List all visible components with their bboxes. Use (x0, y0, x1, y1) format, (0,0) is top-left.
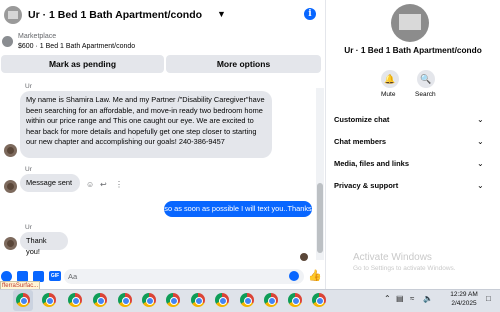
react-icon[interactable]: ☺ (86, 180, 94, 189)
activate-windows-subtitle: Go to Settings to activate Windows. (353, 265, 456, 272)
clock-time: 12:29 AM (450, 291, 478, 298)
network-icon[interactable]: ▤ (396, 294, 404, 303)
chrome-icon[interactable] (118, 293, 132, 307)
message-input[interactable] (64, 269, 304, 284)
chrome-icon[interactable] (215, 293, 229, 307)
chrome-icon[interactable] (142, 293, 156, 307)
listing-photo[interactable] (391, 4, 429, 42)
avatar[interactable] (4, 180, 17, 193)
search-label[interactable]: Search (415, 91, 436, 98)
more-icon[interactable]: ⋮ (115, 180, 123, 189)
chevron-down-icon[interactable]: ⌄ (477, 115, 484, 124)
marketplace-label: Marketplace (18, 33, 57, 40)
incoming-message[interactable]: Message sent (20, 174, 80, 192)
info-icon[interactable]: i (304, 8, 316, 20)
section-media-files-links[interactable]: Media, files and links (334, 159, 409, 168)
messenger-window: Ur · 1 Bed 1 Bath Apartment/condo ▼ i Ma… (0, 0, 500, 312)
avatar[interactable] (4, 237, 17, 250)
chevron-down-icon[interactable]: ⌄ (477, 181, 484, 190)
section-privacy-support[interactable]: Privacy & support (334, 181, 398, 190)
chevron-down-icon[interactable]: ⌄ (477, 137, 484, 146)
section-customize-chat[interactable]: Customize chat (334, 115, 389, 124)
mute-label[interactable]: Mute (381, 91, 395, 98)
chrome-icon[interactable] (264, 293, 278, 307)
chrome-icon[interactable] (16, 293, 30, 307)
chrome-icon[interactable] (68, 293, 82, 307)
thumbs-up-icon[interactable]: 👍 (308, 269, 322, 282)
incoming-message[interactable]: Thank you! (20, 232, 68, 256)
more-options-button[interactable]: More options (166, 55, 321, 73)
seen-avatar (300, 253, 308, 261)
chrome-icon[interactable] (312, 293, 326, 307)
scrollbar-thumb[interactable] (317, 183, 323, 253)
wifi-icon[interactable]: ≈ (410, 294, 414, 303)
notification-icon[interactable]: □ (486, 294, 491, 303)
chrome-icon[interactable] (42, 293, 56, 307)
incoming-message[interactable]: My name is Shamira Law. Me and my Partne… (20, 91, 272, 158)
chevron-down-icon[interactable]: ▼ (217, 9, 226, 19)
chrome-icon[interactable] (240, 293, 254, 307)
section-chat-members[interactable]: Chat members (334, 137, 386, 146)
emoji-icon[interactable] (289, 271, 299, 281)
sender-name: Ur (25, 83, 32, 90)
sender-name: Ur (25, 224, 32, 231)
chrome-icon[interactable] (166, 293, 180, 307)
sender-name: Ur (25, 166, 32, 173)
chrome-icon[interactable] (288, 293, 302, 307)
clock-date: 2/4/2025 (451, 299, 477, 307)
bell-icon[interactable]: 🔔 (381, 70, 399, 88)
chevron-up-icon[interactable]: ⌃ (384, 294, 391, 303)
chat-title[interactable]: Ur · 1 Bed 1 Bath Apartment/condo (28, 9, 202, 21)
message-placeholder: Aa (68, 272, 78, 281)
gif-icon[interactable]: GIF (49, 271, 61, 281)
activate-windows-title: Activate Windows (353, 252, 432, 263)
avatar[interactable] (4, 144, 17, 157)
chrome-icon[interactable] (191, 293, 205, 307)
chat-panel: Ur · 1 Bed 1 Bath Apartment/condo ▼ i Ma… (0, 0, 325, 291)
chevron-down-icon[interactable]: ⌄ (477, 159, 484, 168)
speaker-icon[interactable]: 🔈 (423, 294, 433, 303)
mark-as-pending-button[interactable]: Mark as pending (1, 55, 164, 73)
reply-icon[interactable]: ↩ (100, 180, 107, 189)
chrome-icon[interactable] (93, 293, 107, 307)
listing-price[interactable]: $600 · 1 Bed 1 Bath Apartment/condo (18, 43, 135, 50)
outgoing-message[interactable]: so as soon as possible I will text you..… (164, 201, 312, 217)
search-icon[interactable]: 🔍 (417, 70, 435, 88)
listing-thumbnail[interactable] (4, 6, 22, 24)
system-clock[interactable]: 12:29 AM 2/4/2025 (444, 291, 484, 308)
marketplace-icon (2, 36, 13, 47)
details-title: Ur · 1 Bed 1 Bath Apartment/condo (344, 45, 482, 55)
